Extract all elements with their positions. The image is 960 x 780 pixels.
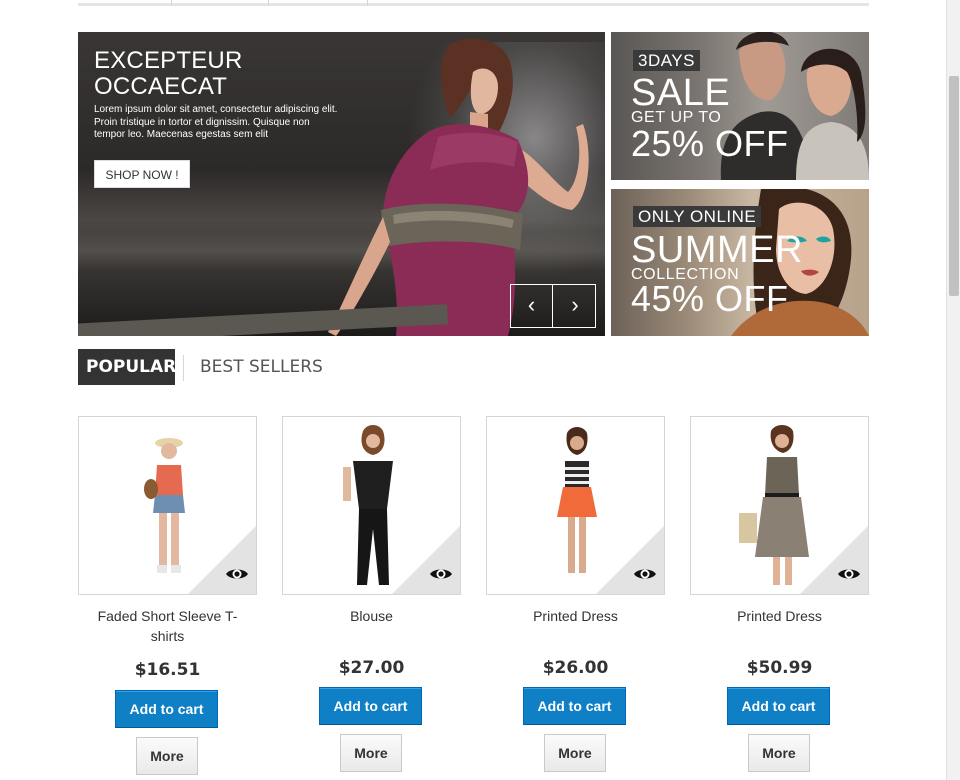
chevron-right-icon[interactable]: ›: [554, 285, 596, 327]
product-price: $16.51: [134, 660, 201, 680]
add-to-cart-button[interactable]: Add to cart: [523, 687, 626, 725]
eye-icon[interactable]: [633, 566, 657, 582]
hero-text-line: tempor leo. Maecenas egestas sem elit: [94, 129, 268, 140]
more-button[interactable]: More: [340, 734, 402, 772]
promo-tag: ONLY ONLINE: [633, 206, 762, 227]
product-name[interactable]: Faded Short Sleeve T-shirts: [78, 606, 257, 646]
product-image[interactable]: [78, 416, 257, 595]
add-to-cart-button[interactable]: Add to cart: [727, 687, 830, 725]
tab-divider: [183, 355, 184, 381]
more-button[interactable]: More: [544, 734, 606, 772]
menu-tab[interactable]: [172, 0, 269, 6]
hero-slider: EXCEPTEUR OCCAECAT Lorem ipsum dolor sit…: [78, 32, 605, 336]
eye-icon[interactable]: [837, 566, 861, 582]
hero-title: EXCEPTEUR OCCAECAT: [94, 48, 354, 100]
top-menu-strip: [78, 0, 869, 6]
promo-discount: 25% OFF: [631, 123, 789, 164]
eye-icon[interactable]: [225, 566, 249, 582]
chevron-left-icon[interactable]: ‹: [511, 285, 553, 327]
quick-view-corner: [188, 526, 256, 594]
product-price: $50.99: [746, 658, 813, 678]
quick-view-corner: [800, 526, 868, 594]
product-price: $27.00: [338, 658, 405, 678]
hero-description: Lorem ipsum dolor sit amet, consectetur …: [94, 104, 354, 142]
page-scrollbar[interactable]: [946, 0, 960, 780]
tab-best-sellers[interactable]: BEST SELLERS: [192, 349, 332, 385]
product-name[interactable]: Printed Dress: [690, 606, 869, 626]
quick-view-corner: [596, 526, 664, 594]
menu-tab[interactable]: [78, 0, 172, 6]
product-image[interactable]: [690, 416, 869, 595]
promo-banner-sale[interactable]: 3DAYS SALE GET UP TO 25% OFF: [611, 32, 869, 180]
hero-title-line: EXCEPTEUR: [94, 47, 243, 74]
add-to-cart-button[interactable]: Add to cart: [319, 687, 422, 725]
hero-text-line: Proin tristique in tortor et dignissim. …: [94, 116, 310, 128]
promo-banner-summer[interactable]: ONLY ONLINE SUMMER COLLECTION 45% OFF: [611, 189, 869, 336]
promo-tag: 3DAYS: [633, 50, 700, 71]
promo-headline: SALE: [631, 72, 731, 114]
menu-tab[interactable]: [269, 0, 368, 6]
eye-icon[interactable]: [429, 566, 453, 582]
product-image[interactable]: [282, 416, 461, 595]
promo-discount: 45% OFF: [631, 278, 789, 319]
shop-now-button[interactable]: SHOP NOW !: [94, 160, 190, 188]
more-button[interactable]: More: [136, 737, 198, 775]
hero-text-line: Lorem ipsum dolor sit amet, consectetur …: [94, 104, 338, 115]
more-button[interactable]: More: [748, 734, 810, 772]
product-price: $26.00: [542, 658, 609, 678]
promo-headline: SUMMER: [631, 229, 803, 271]
scrollbar-thumb[interactable]: [949, 76, 959, 296]
product-name[interactable]: Blouse: [282, 606, 461, 626]
product-name[interactable]: Printed Dress: [486, 606, 665, 626]
hero-title-line: OCCAECAT: [94, 73, 228, 100]
slider-nav: ‹ ›: [510, 284, 596, 328]
product-image[interactable]: [486, 416, 665, 595]
add-to-cart-button[interactable]: Add to cart: [115, 690, 218, 728]
quick-view-corner: [392, 526, 460, 594]
tab-popular[interactable]: POPULAR: [78, 349, 176, 385]
